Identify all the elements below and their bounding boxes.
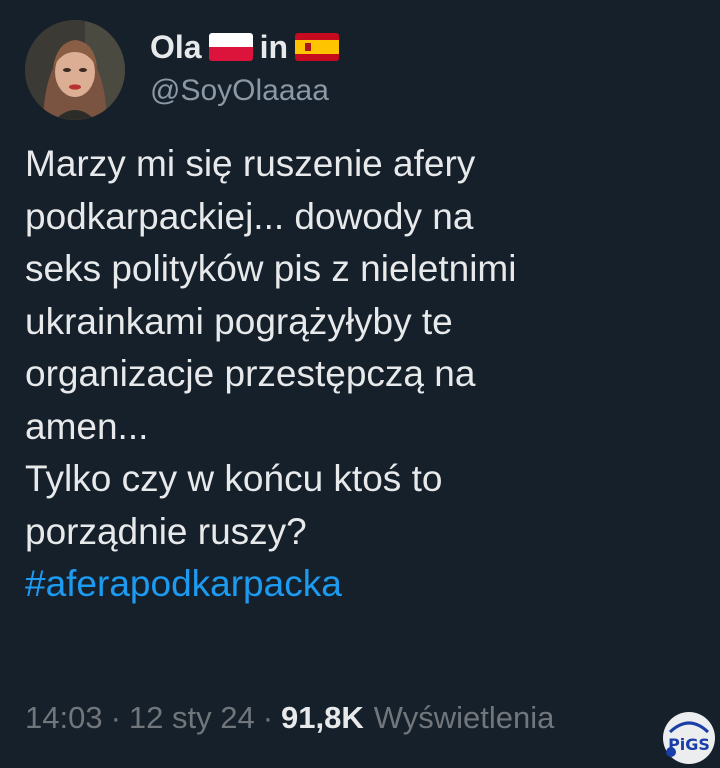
poland-flag-icon bbox=[208, 33, 253, 61]
name-connector: in bbox=[259, 28, 289, 65]
tweet-text-line: ukrainkami pogrążyłyby te bbox=[25, 300, 453, 342]
avatar-portrait-icon bbox=[25, 20, 125, 120]
author-handle[interactable]: @SoyOlaaaa bbox=[150, 74, 329, 108]
avatar[interactable] bbox=[25, 20, 125, 120]
tweet-text-line: organizacje przestępczą na bbox=[25, 353, 476, 394]
tweet-text-line: Tylko czy w końcu ktoś to bbox=[25, 458, 443, 499]
tweet-card: Ola in @SoyOlaaaa Marzy mi się ruszenie … bbox=[0, 0, 720, 768]
views-count[interactable]: 91,8K bbox=[281, 700, 364, 736]
tweet-time[interactable]: 14:03 bbox=[25, 700, 103, 736]
meta-separator: · bbox=[110, 700, 121, 735]
tweet-text-line: porządnie ruszy? bbox=[25, 510, 307, 552]
tweet-text-line: Marzy mi się ruszenie afery bbox=[25, 143, 476, 184]
tweet-text: Marzy mi się ruszenie afery podkarpackie… bbox=[25, 138, 705, 611]
tweet-text-line: amen... bbox=[25, 405, 149, 447]
author-name-row[interactable]: Ola in bbox=[150, 27, 340, 67]
tweet-date[interactable]: 12 sty 24 bbox=[129, 700, 255, 736]
spain-flag-icon bbox=[295, 33, 340, 61]
tweet-text-line: seks polityków pis z nieletnimi bbox=[25, 248, 517, 289]
tweet-text-line: podkarpackiej... dowody na bbox=[25, 195, 474, 237]
views-label: Wyświetlenia bbox=[373, 700, 555, 735]
author-name[interactable]: Ola bbox=[150, 29, 202, 66]
tweet-metadata: 14:03 · 12 sty 24 · 91,8K Wyświetlenia bbox=[25, 700, 554, 736]
meta-separator: · bbox=[262, 700, 274, 735]
watermark-logo: PiGS bbox=[660, 708, 718, 766]
hashtag-link[interactable]: #aferapodkarpacka bbox=[25, 558, 705, 611]
